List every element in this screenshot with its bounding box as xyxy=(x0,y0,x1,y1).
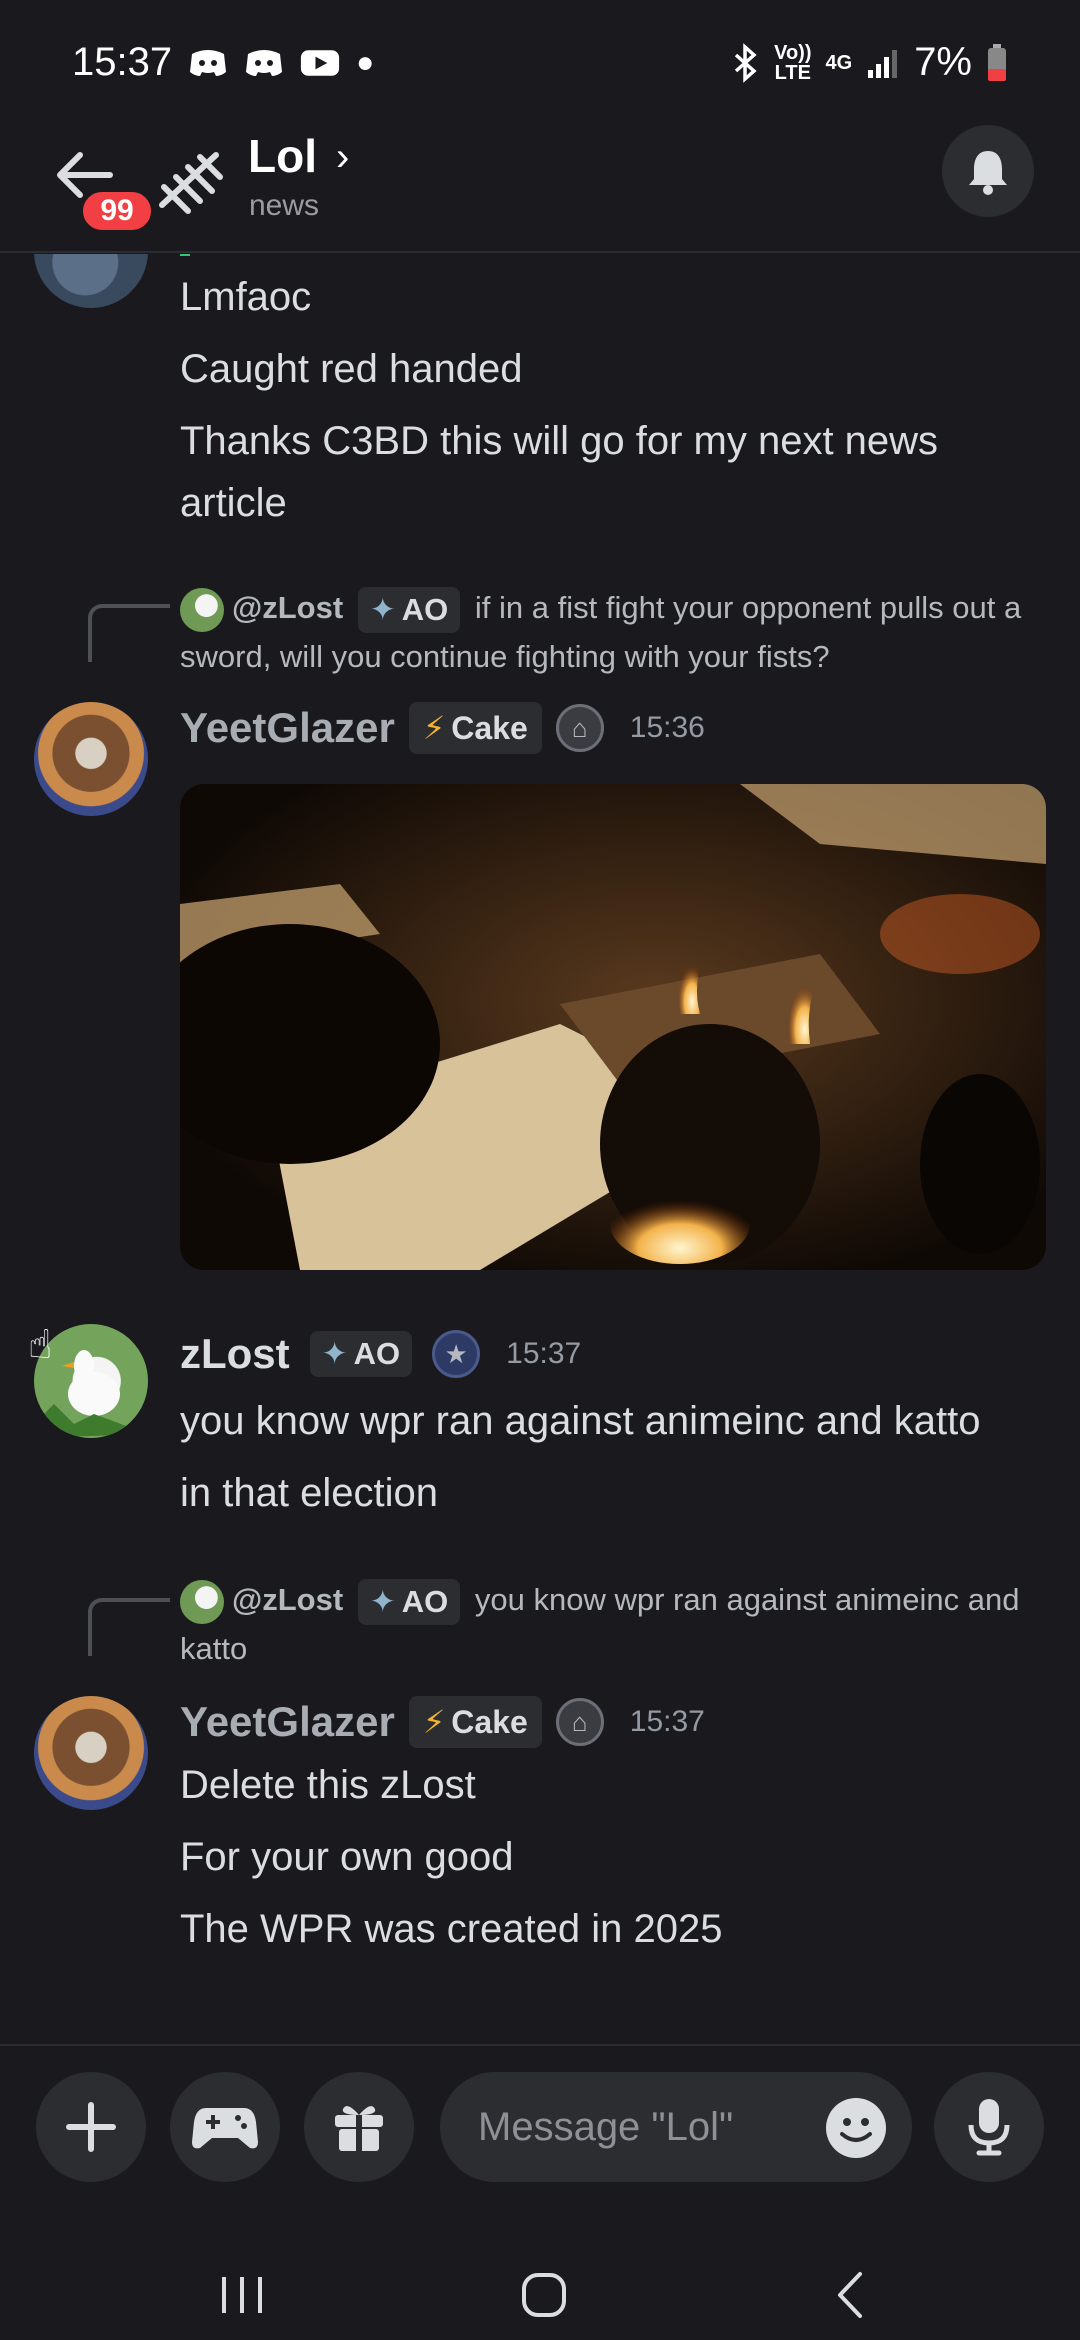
unread-badge: 99 xyxy=(78,187,156,235)
avatar xyxy=(180,1579,224,1624)
home-icon xyxy=(522,2273,566,2317)
youtube-notification-icon xyxy=(301,49,340,76)
add-attachment-button[interactable] xyxy=(36,2072,146,2182)
back-button[interactable] xyxy=(800,2250,900,2340)
role-tag-label: AO xyxy=(353,1336,401,1371)
reply-preview[interactable]: @zLost ✦ AO you know wpr ran against anim… xyxy=(180,1576,1040,1673)
user-tag: ⚡ Cake xyxy=(408,702,542,754)
back-chevron-icon xyxy=(838,2272,862,2318)
system-navigation-bar xyxy=(0,2250,1080,2340)
message-text: in that election xyxy=(180,1471,438,1515)
recent-apps-icon xyxy=(222,2277,262,2313)
message-text: For your own good xyxy=(180,1835,514,1879)
role-tag: ✦ AO xyxy=(309,1331,413,1377)
reply-preview[interactable]: @zLost ✦ AO if in a fist fight your oppon… xyxy=(180,584,1040,681)
timestamp: 15:37 xyxy=(506,1337,582,1370)
discord-notification-icon xyxy=(246,49,283,76)
clock: 15:37 xyxy=(72,40,173,84)
chevron-right-icon[interactable]: › xyxy=(336,135,349,180)
volte-label: Vo)) LTE xyxy=(774,41,812,84)
message-text: Lmfaoc xyxy=(180,275,312,319)
discord-notification-icon xyxy=(190,49,227,76)
avatar xyxy=(180,587,224,632)
previous-message-fragment xyxy=(180,254,190,256)
sparkle-icon: ✦ xyxy=(321,1336,348,1371)
avatar[interactable] xyxy=(34,702,148,816)
lightning-icon: ⚡ xyxy=(422,710,446,746)
battery-low-icon xyxy=(988,43,1006,81)
username[interactable]: YeetGlazer xyxy=(180,1698,395,1746)
role-tag: ✦ AO xyxy=(357,1578,461,1625)
capitol-badge-icon: ⌂ xyxy=(555,1698,604,1746)
plus-icon xyxy=(66,2102,116,2152)
message-text: The WPR was created in 2025 xyxy=(180,1907,723,1951)
message-text: Thanks C3BD this will go for my next new… xyxy=(180,419,939,525)
burning-papers-image xyxy=(180,784,1046,1270)
signal-icon xyxy=(868,49,898,78)
status-bar: 15:37 ● Vo)) LTE 4G 7% xyxy=(0,0,1080,125)
battery-percent: 7% xyxy=(914,40,972,84)
lightning-icon: ⚡ xyxy=(422,1704,446,1740)
username[interactable]: YeetGlazer xyxy=(180,704,395,752)
activities-button[interactable] xyxy=(170,2072,280,2182)
message-header: YeetGlazer ⚡ Cake ⌂ 15:37 xyxy=(180,1696,705,1748)
timestamp: 15:36 xyxy=(629,711,705,744)
reply-mention: @zLost xyxy=(232,1582,344,1617)
bell-icon xyxy=(969,151,1007,195)
sparkle-icon: ✦ xyxy=(369,1583,396,1619)
hand-decoration-icon: ☝ xyxy=(28,1323,53,1367)
message-text: Caught red handed xyxy=(180,347,523,391)
emoji-button[interactable] xyxy=(826,2098,886,2158)
message-header: zLost ✦ AO ★ 15:37 xyxy=(180,1330,581,1378)
role-tag-label: AO xyxy=(401,1583,449,1619)
star-badge-icon: ★ xyxy=(432,1330,481,1378)
message-header: YeetGlazer ⚡ Cake ⌂ 15:36 xyxy=(180,702,705,754)
gif-attachment[interactable] xyxy=(180,784,1046,1270)
reply-connector xyxy=(88,1598,170,1656)
role-tag: ✦ AO xyxy=(357,586,461,633)
message-input[interactable]: Message "Lol" xyxy=(440,2072,912,2182)
message-text: Delete this zLost xyxy=(180,1763,476,1807)
gift-icon xyxy=(335,2106,383,2151)
channel-header: 99 Lol › news xyxy=(0,125,1080,253)
home-button[interactable] xyxy=(494,2250,594,2340)
message-text: you know wpr ran against animeinc and ka… xyxy=(180,1399,981,1443)
bluetooth-icon xyxy=(734,42,757,83)
more-notifications-dot-icon: ● xyxy=(356,45,375,79)
smiley-icon xyxy=(840,2118,872,2142)
notification-settings-button[interactable] xyxy=(942,125,1034,217)
timestamp: 15:37 xyxy=(629,1705,705,1738)
recent-apps-button[interactable] xyxy=(192,2250,292,2340)
role-tag-label: AO xyxy=(401,591,449,627)
network-type-label: 4G xyxy=(825,51,853,74)
microphone-icon xyxy=(968,2099,1010,2156)
voice-message-button[interactable] xyxy=(934,2072,1044,2182)
reply-mention: @zLost xyxy=(232,590,344,625)
gift-button[interactable] xyxy=(304,2072,414,2182)
user-tag-label: Cake xyxy=(451,709,528,746)
channel-threads-icon xyxy=(159,152,223,214)
message-list[interactable]: Lmfaoc Caught red handed Thanks C3BD thi… xyxy=(0,254,1080,2044)
user-tag-label: Cake xyxy=(451,1703,528,1740)
avatar[interactable] xyxy=(34,254,148,308)
avatar[interactable] xyxy=(34,1696,148,1810)
sparkle-icon: ✦ xyxy=(369,591,396,627)
message-composer: Message "Lol" xyxy=(0,2044,1080,2250)
gamepad-icon xyxy=(192,2108,258,2149)
username[interactable]: zLost xyxy=(180,1330,290,1378)
capitol-badge-icon: ⌂ xyxy=(555,704,604,752)
user-tag: ⚡ Cake xyxy=(408,1696,542,1748)
reply-connector xyxy=(88,604,170,662)
channel-name[interactable]: Lol xyxy=(248,129,317,183)
channel-subtitle[interactable]: news xyxy=(249,189,319,223)
message-input-placeholder: Message "Lol" xyxy=(478,2104,734,2149)
